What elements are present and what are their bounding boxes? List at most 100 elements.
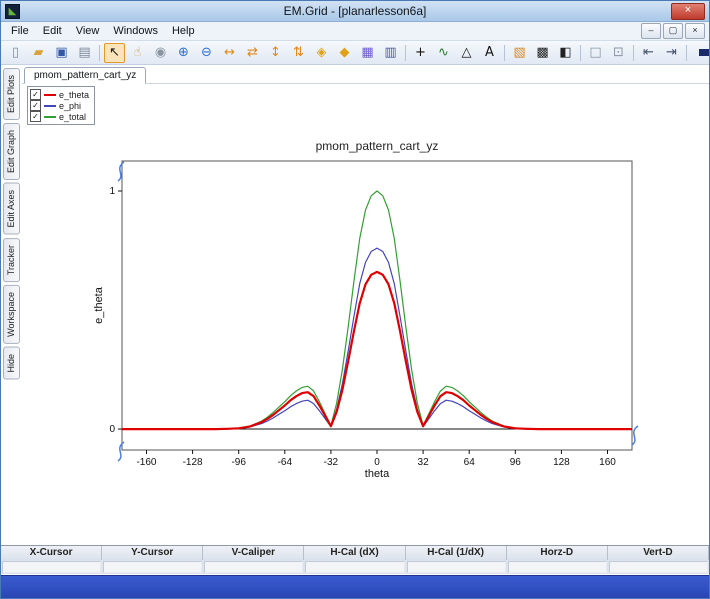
status-value-cell — [2, 561, 102, 573]
x-tick-label: 128 — [553, 457, 570, 468]
menu-bar: File Edit View Windows Help – ▢ × — [1, 22, 709, 41]
align-left-icon[interactable]: ⇤ — [638, 43, 659, 63]
layout-line-swatch — [699, 49, 709, 56]
toolbar-separator — [99, 44, 100, 61]
text-annotation-icon[interactable]: A — [479, 43, 500, 63]
plot-legend: ✓ e_theta ✓ e_phi ✓ e_total — [27, 86, 96, 125]
axis-handle[interactable] — [117, 441, 125, 462]
zoom-extents-icon[interactable]: ◆ — [334, 43, 355, 63]
mdi-restore-button[interactable]: ▢ — [663, 23, 683, 39]
status-col-x-cursor: X-Cursor — [1, 546, 103, 560]
series-e_theta — [122, 270, 632, 431]
status-col-horz-d: Horz-D — [507, 546, 608, 560]
sidebar-tab-edit-axes[interactable]: Edit Axes — [3, 183, 20, 235]
zoom-window-icon[interactable]: ◉ — [150, 43, 171, 63]
document-tab[interactable]: pmom_pattern_cart_yz — [24, 67, 147, 84]
legend-item-e-total[interactable]: ✓ e_total — [30, 111, 89, 122]
layout-dropdown[interactable]: Layout ▾ — [695, 46, 709, 60]
toolbar-separator — [580, 44, 581, 61]
save-icon[interactable]: ▣ — [51, 43, 72, 63]
delta-marker-icon[interactable]: △ — [456, 43, 477, 63]
pan-hand-icon[interactable]: ☝ — [127, 43, 148, 63]
expand-x-icon[interactable]: ↔ — [219, 43, 240, 63]
align-right-icon[interactable]: ⇥ — [661, 43, 682, 63]
grid-settings-icon[interactable]: ▦ — [357, 43, 378, 63]
icon-glyph: ↔ — [224, 45, 235, 60]
x-tick-label: 96 — [510, 457, 522, 468]
status-header-row: X-Cursor Y-Cursor V-Caliper H-Cal (dX) H… — [1, 546, 709, 560]
icon-glyph: ▩ — [536, 45, 549, 60]
menu-view[interactable]: View — [69, 24, 107, 38]
icon-glyph: ▧ — [513, 45, 526, 60]
window-close-button[interactable]: × — [671, 3, 705, 20]
icon-glyph: ∿ — [438, 45, 449, 60]
status-col-h-cal-dx: H-Cal (dX) — [304, 546, 406, 560]
legend-list: ✓ e_theta ✓ e_phi ✓ e_total — [30, 89, 89, 122]
legend-checkbox[interactable]: ✓ — [30, 111, 41, 122]
plot-settings-icon[interactable]: ▥ — [380, 43, 401, 63]
icon-glyph: ▯ — [11, 45, 20, 60]
open-folder-icon[interactable]: ▰ — [28, 43, 49, 63]
legend-label: e_phi — [59, 100, 82, 111]
shrink-x-icon[interactable]: ⇄ — [242, 43, 263, 63]
select-cursor-icon[interactable]: ↖ — [104, 42, 125, 63]
menu-edit[interactable]: Edit — [36, 24, 69, 38]
legend-checkbox[interactable]: ✓ — [30, 100, 41, 111]
menu-help[interactable]: Help — [165, 24, 202, 38]
axis-handle[interactable] — [631, 425, 639, 446]
mdi-minimize-button[interactable]: – — [641, 23, 661, 39]
chart[interactable]: -160 -128 -96 -64 -32 0 32 64 96 128 160 0 1 pmom_pat… — [92, 135, 672, 495]
legend-label: e_theta — [59, 89, 90, 100]
legend-item-e-phi[interactable]: ✓ e_phi — [30, 100, 89, 111]
plot-canvas[interactable]: ✓ e_theta ✓ e_phi ✓ e_total -160 -128 -9… — [22, 84, 709, 545]
legend-item-e-theta[interactable]: ✓ e_theta — [30, 89, 89, 100]
menu-file[interactable]: File — [4, 24, 36, 38]
sidebar-tab-hide[interactable]: Hide — [3, 346, 20, 380]
legend-checkbox[interactable]: ✓ — [30, 89, 41, 100]
icon-glyph: ▣ — [55, 45, 68, 60]
mdi-window-buttons: – ▢ × — [641, 23, 705, 39]
colormap-icon[interactable]: ▩ — [532, 43, 553, 63]
icon-glyph: ⇥ — [666, 45, 677, 60]
sidebar-tab-edit-graph[interactable]: Edit Graph — [3, 123, 20, 181]
print-icon[interactable]: ▤ — [74, 43, 95, 63]
status-value-cell — [305, 561, 405, 573]
toolbar-separator — [504, 44, 505, 61]
series-e_total — [122, 190, 632, 430]
legend-line-swatch — [44, 93, 56, 96]
icon-glyph: ⇤ — [643, 45, 654, 60]
status-value-cell — [507, 561, 607, 573]
shrink-y-icon[interactable]: ⇅ — [288, 43, 309, 63]
expand-y-icon[interactable]: ↕ — [265, 43, 286, 63]
sidebar-tab-edit-plots[interactable]: Edit Plots — [3, 68, 20, 121]
autoscale-icon[interactable]: ◈ — [311, 43, 332, 63]
zoom-out-icon[interactable]: ⊖ — [196, 43, 217, 63]
x-tick-label: -160 — [136, 457, 156, 468]
zoom-in-icon[interactable]: ⊕ — [173, 43, 194, 63]
chart-title: pmom_pattern_cart_yz — [316, 139, 439, 153]
status-col-h-cal-1-dx: H-Cal (1/dX) — [406, 546, 507, 560]
x-tick-label: -128 — [183, 457, 203, 468]
plot-frame — [121, 160, 633, 451]
invert-plot-icon[interactable]: ◧ — [555, 43, 576, 63]
image-export-icon[interactable]: ▧ — [509, 43, 530, 63]
sidebar-tab-workspace[interactable]: Workspace — [3, 284, 20, 344]
x-tick-label: 32 — [418, 457, 430, 468]
select-all-icon[interactable]: ⊡ — [608, 43, 629, 63]
window-title: EM.Grid - [planarlesson6a] — [283, 4, 427, 18]
crosshair-icon[interactable]: + — [410, 43, 431, 63]
new-file-icon[interactable]: ▯ — [5, 43, 26, 63]
curve-trace-icon[interactable]: ∿ — [433, 43, 454, 63]
sidebar-tab-tracker[interactable]: Tracker — [3, 237, 20, 282]
icon-glyph: + — [415, 45, 426, 60]
icon-glyph: ▥ — [384, 45, 397, 60]
mdi-close-button[interactable]: × — [685, 23, 705, 39]
select-region-icon[interactable]: □ — [585, 43, 606, 63]
icon-glyph: ⊡ — [613, 45, 624, 60]
x-tick-label: -96 — [231, 457, 246, 468]
menu-windows[interactable]: Windows — [106, 24, 165, 38]
icon-glyph: ▦ — [361, 45, 374, 60]
axis-handle[interactable] — [117, 161, 125, 182]
menu-list: File Edit View Windows Help — [4, 24, 202, 38]
title-bar: ◣ EM.Grid - [planarlesson6a] × — [1, 1, 709, 22]
